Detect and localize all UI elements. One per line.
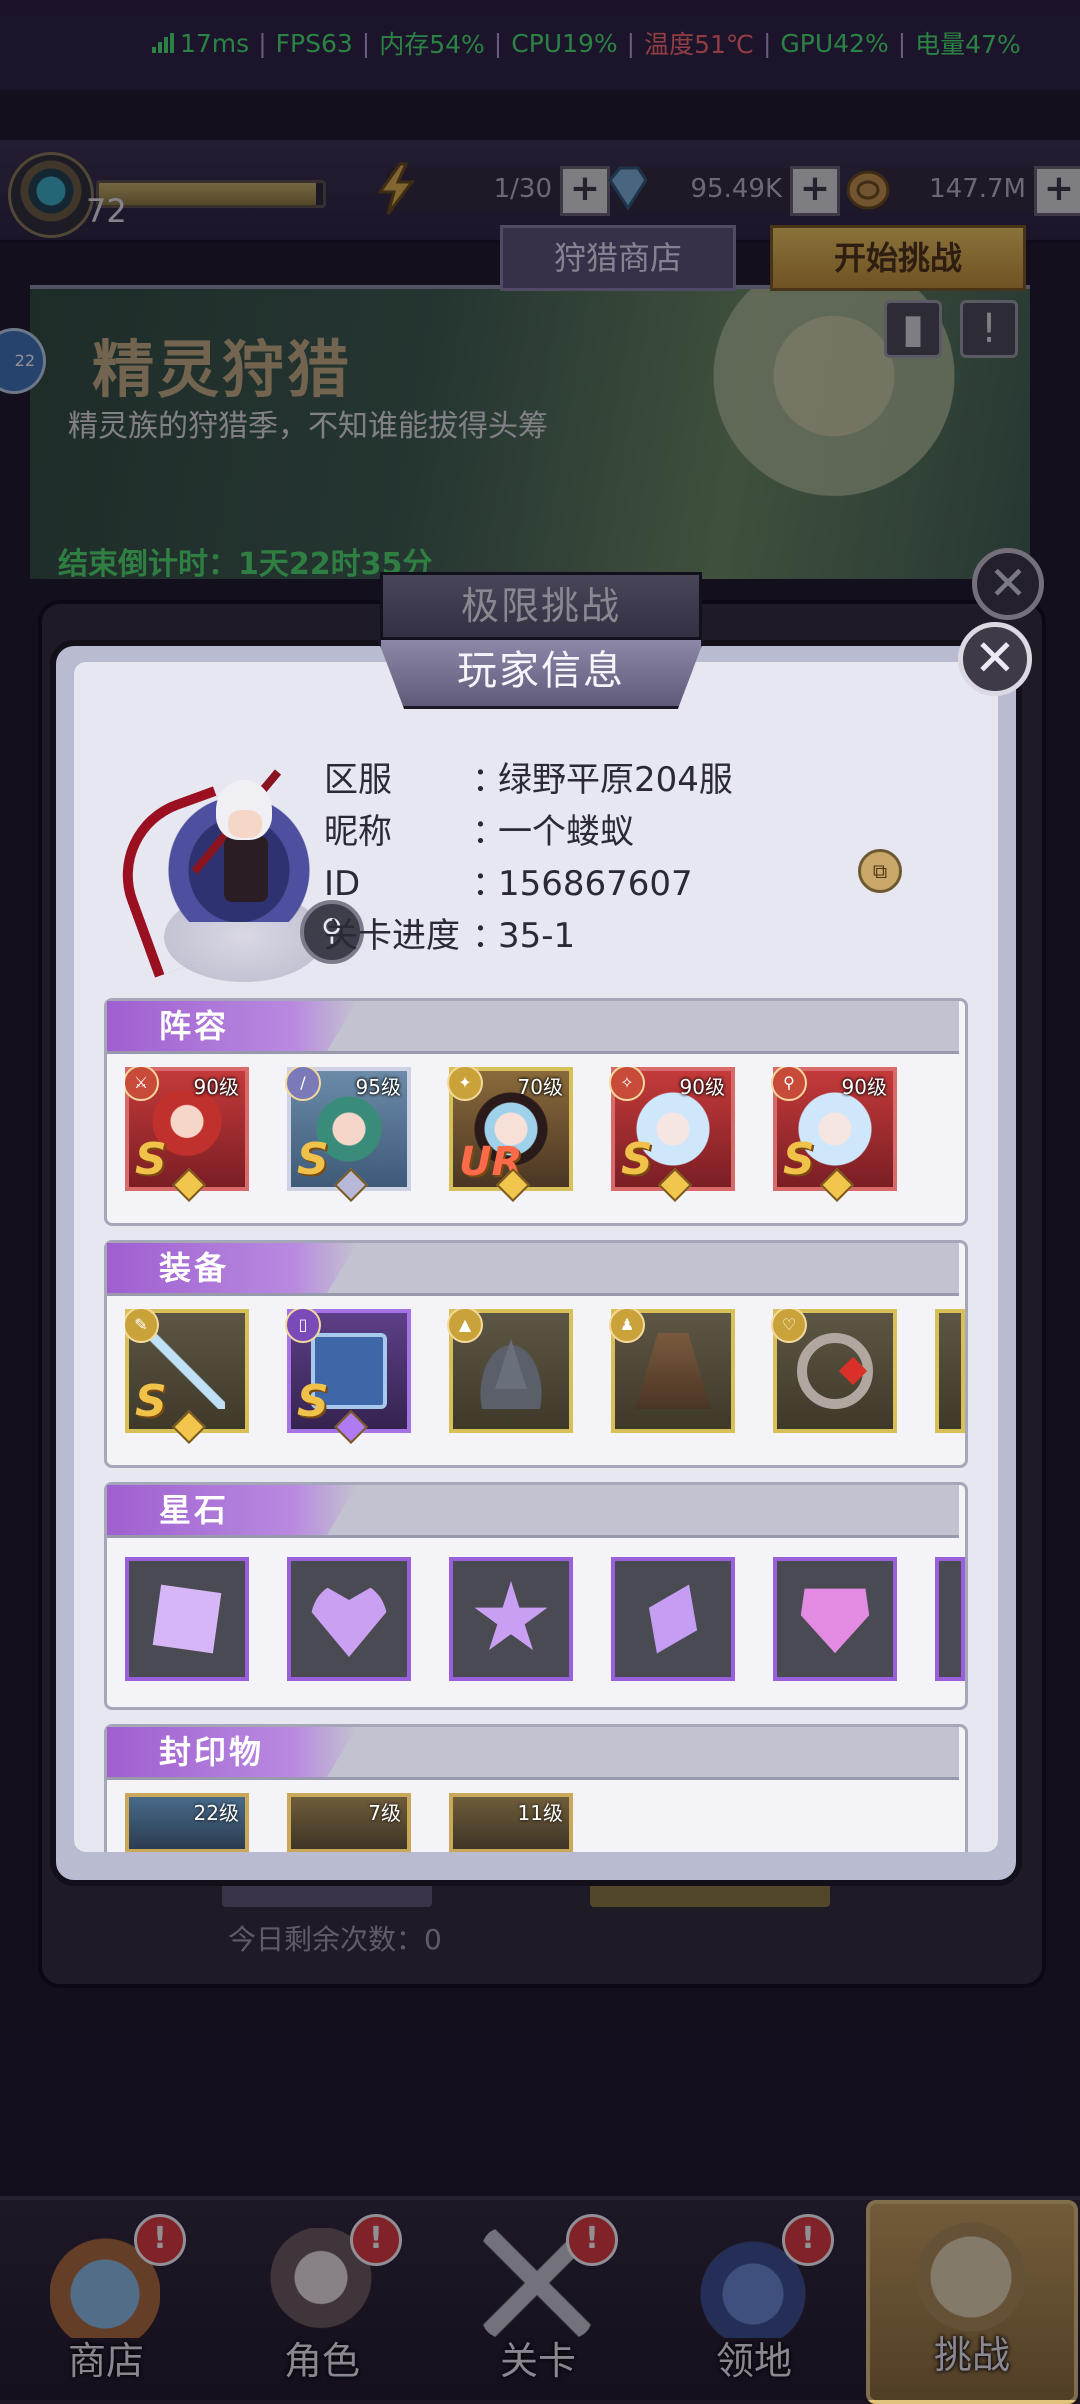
equip-slot-weapon[interactable]: ✎ S xyxy=(125,1309,249,1444)
equip-slot-offhand[interactable]: ▯ S xyxy=(285,1309,411,1444)
star-stone-label: 星石 xyxy=(107,1485,357,1535)
star-stone-slots xyxy=(125,1557,965,1697)
player-info-rows: 区服 ：绿野平原204服 昵称 ：一个蝼蚁 ID ：156867607 关卡进度 ：35… xyxy=(324,754,733,962)
lineup-slots: ⚔ 90级 S / 95级 S ✦ 70级 UR ✧ 90级 S ⚲ 90级 S xyxy=(125,1067,965,1207)
player-info-title: 玩家信息 xyxy=(378,640,704,709)
seal-level: 22级 xyxy=(193,1801,239,1825)
heart-gem-icon xyxy=(311,1584,387,1657)
lineup-label: 阵容 xyxy=(107,1001,357,1051)
id-label: ID xyxy=(324,864,361,904)
equip-slot-partial[interactable] xyxy=(935,1309,965,1433)
hero-rank: S xyxy=(135,1134,167,1185)
hero-level: 90级 xyxy=(193,1075,239,1099)
id-value: 156867607 xyxy=(498,864,693,904)
rank-gem-icon xyxy=(334,1410,368,1444)
seal-section: 封印物 22级 7级 11级 xyxy=(104,1724,968,1852)
lineup-section: 阵容 ⚔ 90级 S / 95级 S ✦ 70级 UR ✧ 90级 S ⚲ 90… xyxy=(104,998,968,1226)
drop-gem-icon xyxy=(800,1588,870,1654)
equipment-label: 装备 xyxy=(107,1243,357,1293)
hero-slot-1[interactable]: ⚔ 90级 S xyxy=(125,1067,249,1202)
hero-rank: S xyxy=(783,1134,815,1185)
avatar-body xyxy=(224,836,268,902)
hero-level: 70级 xyxy=(517,1075,563,1099)
copy-id-icon[interactable]: ⧉ xyxy=(858,849,902,893)
player-avatar[interactable]: ⚲ xyxy=(100,769,364,982)
square-gem-icon xyxy=(152,1584,222,1654)
hero-level: 90级 xyxy=(841,1075,887,1099)
stage-progress-row: 关卡进度 ：35-1 xyxy=(324,910,733,962)
equip-slot-armor[interactable]: ♟ xyxy=(609,1309,735,1433)
stage-progress-label: 关卡进度 xyxy=(324,916,460,956)
nickname-label: 昵称 xyxy=(324,812,392,852)
server-label: 区服 xyxy=(324,760,392,800)
rank-gem-icon xyxy=(820,1168,854,1202)
player-info-modal: ⚲ 区服 ：绿野平原204服 昵称 ：一个蝼蚁 ID ：156867607 关卡进度：… xyxy=(50,640,1022,1886)
seal-label: 封印物 xyxy=(107,1727,357,1777)
armor-type-icon: ♟ xyxy=(609,1309,645,1343)
hero-level: 90级 xyxy=(679,1075,725,1099)
star-stone-slot-3[interactable] xyxy=(449,1557,573,1681)
nickname-row: 昵称 ：一个蝼蚁 xyxy=(324,806,733,858)
equipment-slots: ✎ S ▯ S ▲ ♟ ♡ xyxy=(125,1309,965,1449)
ring-icon xyxy=(797,1333,873,1409)
equip-rank: S xyxy=(135,1376,167,1427)
seal-level: 11级 xyxy=(517,1801,563,1825)
hero-slot-3[interactable]: ✦ 70级 UR xyxy=(447,1067,573,1202)
cloak-icon xyxy=(635,1333,711,1409)
star-stone-slot-2[interactable] xyxy=(287,1557,411,1681)
star-gem-icon xyxy=(474,1581,548,1651)
star-stone-slot-4[interactable] xyxy=(611,1557,735,1681)
server-value: 绿野平原204服 xyxy=(498,760,733,800)
seal-slot-3[interactable]: 11级 xyxy=(449,1793,573,1852)
star-stone-slot-1[interactable] xyxy=(125,1557,249,1681)
hero-slot-2[interactable]: / 95级 S xyxy=(285,1067,411,1202)
accessory-type-icon: ♡ xyxy=(771,1309,807,1343)
wizard-hat-icon xyxy=(473,1333,549,1409)
hero-level: 95级 xyxy=(355,1075,401,1099)
rank-gem-icon xyxy=(334,1168,368,1202)
hero-rank: S xyxy=(621,1134,653,1185)
player-info-panel: ⚲ 区服 ：绿野平原204服 昵称 ：一个蝼蚁 ID ：156867607 关卡进度：… xyxy=(74,662,998,1852)
star-stone-slot-partial[interactable] xyxy=(935,1557,965,1681)
rank-gem-icon xyxy=(172,1168,206,1202)
seal-slots: 22级 7级 11级 xyxy=(125,1793,965,1852)
hero-rank: S xyxy=(297,1134,329,1185)
seal-slot-2[interactable]: 7级 xyxy=(287,1793,411,1852)
stage-progress-value: 35-1 xyxy=(498,916,576,956)
rank-gem-icon xyxy=(658,1168,692,1202)
seal-slot-1[interactable]: 22级 xyxy=(125,1793,249,1852)
equip-slot-head[interactable]: ▲ xyxy=(447,1309,573,1433)
hero-slot-5[interactable]: ⚲ 90级 S xyxy=(771,1067,897,1202)
equip-slot-accessory[interactable]: ♡ xyxy=(771,1309,897,1433)
server-row: 区服 ：绿野平原204服 xyxy=(324,754,733,806)
equipment-section: 装备 ✎ S ▯ S ▲ ♟ ♡ xyxy=(104,1240,968,1468)
rank-gem-icon xyxy=(172,1410,206,1444)
equip-rank: S xyxy=(297,1376,329,1427)
diamond-gem-icon xyxy=(623,1569,724,1670)
nickname-value: 一个蝼蚁 xyxy=(498,812,634,852)
seal-level: 7级 xyxy=(368,1801,401,1825)
hero-slot-4[interactable]: ✧ 90级 S xyxy=(609,1067,735,1202)
id-row: ID ：156867607 xyxy=(324,858,733,910)
avatar-face xyxy=(228,810,262,838)
star-stone-slot-5[interactable] xyxy=(773,1557,897,1681)
star-stone-section: 星石 xyxy=(104,1482,968,1710)
player-info-close-icon[interactable]: ✕ xyxy=(958,622,1032,696)
